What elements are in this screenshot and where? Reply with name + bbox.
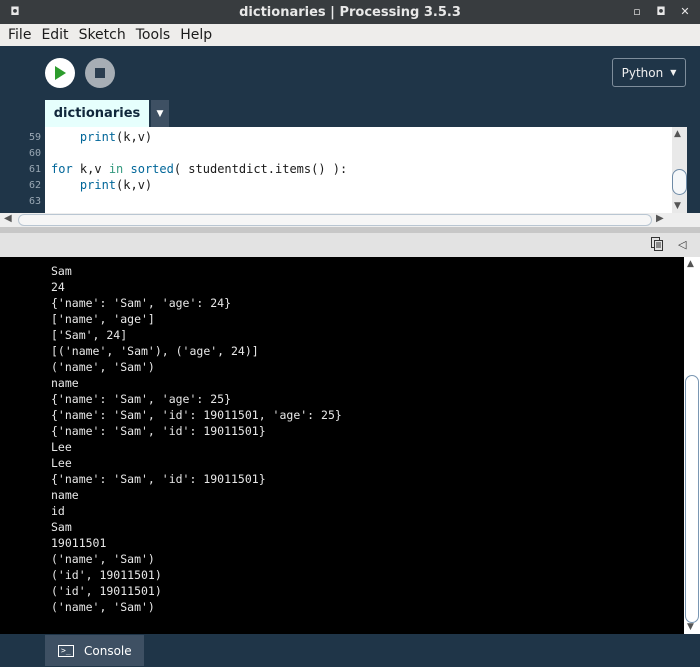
console-line: Lee: [51, 456, 72, 470]
line-number: 61: [28, 164, 41, 175]
code-keyword: print: [79, 130, 117, 144]
line-number: 62: [28, 180, 41, 191]
menu-file[interactable]: File: [6, 27, 33, 43]
line-number: 60: [28, 148, 41, 159]
code-text: (k,v): [116, 130, 153, 144]
console-line: ('name', 'Sam'): [51, 360, 155, 374]
console-line: Lee: [51, 440, 72, 454]
console-line: Sam: [51, 264, 72, 278]
code-text: ( studentdict.items() ):: [173, 162, 348, 176]
code-keyword: for: [51, 162, 73, 176]
console-tab-label: Console: [84, 643, 132, 658]
menu-sketch[interactable]: Sketch: [77, 27, 128, 43]
code-keyword: print: [79, 178, 117, 192]
menu-tools[interactable]: Tools: [134, 27, 173, 43]
window-title: dictionaries | Processing 3.5.3: [239, 4, 461, 20]
scroll-down-icon[interactable]: ▼: [674, 201, 681, 211]
terminal-icon: >_: [58, 644, 74, 657]
minimize-icon[interactable]: ▫: [630, 4, 644, 18]
run-button[interactable]: [45, 58, 75, 88]
chevron-down-icon: ▼: [156, 108, 164, 119]
stop-icon: [95, 68, 105, 78]
code-line: print(k,v): [51, 178, 152, 192]
console-line: {'name': 'Sam', 'id': 19011501}: [51, 424, 266, 438]
line-number: 63: [28, 196, 41, 207]
menu-edit[interactable]: Edit: [39, 27, 70, 43]
console-line: ('name', 'Sam'): [51, 600, 155, 614]
console-line: 24: [51, 280, 65, 294]
console-line: 19011501: [51, 536, 107, 550]
console-line: ('name', 'Sam'): [51, 552, 155, 566]
mode-label: Python: [621, 65, 664, 80]
editor-vertical-scrollbar[interactable]: ▲ ▼: [672, 127, 687, 213]
editor-right-margin: [687, 127, 700, 213]
line-number-gutter: 59 60 61 62 63: [0, 127, 45, 213]
console-header: ◁: [0, 233, 700, 257]
scroll-right-icon[interactable]: ▶: [656, 213, 664, 224]
console-vertical-scrollbar[interactable]: ▲ ▼: [684, 257, 700, 634]
tab-menu-button[interactable]: ▼: [151, 100, 169, 127]
console-line: ['name', 'age']: [51, 312, 155, 326]
tab-bar: dictionaries ▼: [0, 100, 700, 127]
editor-horizontal-scrollbar[interactable]: ◀ ▶: [0, 213, 672, 227]
code-editor[interactable]: print(k,v) for k,v in sorted( studentdic…: [45, 127, 672, 213]
console-line: {'name': 'Sam', 'id': 19011501}: [51, 472, 266, 486]
console-line: ('id', 19011501): [51, 584, 162, 598]
maximize-icon[interactable]: ◘: [654, 4, 668, 18]
code-line: print(k,v): [51, 130, 152, 144]
scroll-down-icon[interactable]: ▼: [687, 622, 694, 632]
console-line: ['Sam', 24]: [51, 328, 128, 342]
code-builtin: sorted: [130, 162, 174, 176]
menu-help[interactable]: Help: [178, 27, 214, 43]
console-line: {'name': 'Sam', 'id': 19011501, 'age': 2…: [51, 408, 342, 422]
scrollbar-thumb[interactable]: [18, 214, 652, 226]
scrollbar-thumb[interactable]: [672, 169, 687, 195]
console-line: ('id', 19011501): [51, 568, 162, 582]
copy-icon[interactable]: [651, 237, 663, 251]
console-line: {'name': 'Sam', 'age': 24}: [51, 296, 232, 310]
scroll-left-icon[interactable]: ◀: [4, 213, 12, 224]
scrollbar-thumb[interactable]: [685, 375, 699, 623]
console-line: name: [51, 488, 79, 502]
console-line: [('name', 'Sam'), ('age', 24)]: [51, 344, 259, 358]
stop-button[interactable]: [85, 58, 115, 88]
play-icon: [55, 66, 66, 80]
collapse-icon[interactable]: ◁: [678, 238, 686, 251]
chevron-down-icon: ▼: [670, 68, 677, 77]
scroll-up-icon[interactable]: ▲: [674, 129, 681, 139]
console-line: id: [51, 504, 65, 518]
line-number: 59: [28, 132, 41, 143]
scroll-up-icon[interactable]: ▲: [687, 259, 694, 269]
console-line: {'name': 'Sam', 'age': 25}: [51, 392, 232, 406]
code-text: k,v: [72, 162, 109, 176]
console-output[interactable]: Sam 24 {'name': 'Sam', 'age': 24} ['name…: [0, 257, 684, 634]
window-menu-icon[interactable]: ◘: [8, 4, 22, 18]
close-icon[interactable]: ✕: [678, 4, 692, 18]
console-tab[interactable]: >_ Console: [45, 635, 144, 666]
mode-selector[interactable]: Python ▼: [612, 58, 686, 87]
console-line: Sam: [51, 520, 72, 534]
code-text: (k,v): [116, 178, 153, 192]
toolbar: Python ▼: [0, 46, 700, 100]
menu-bar: File Edit Sketch Tools Help: [0, 24, 700, 46]
footer-bar: >_ Console: [0, 634, 700, 667]
scrollbar-corner: [672, 213, 700, 227]
window-titlebar: ◘ dictionaries | Processing 3.5.3 ▫ ◘ ✕: [0, 0, 700, 24]
tab-dictionaries[interactable]: dictionaries: [45, 100, 149, 127]
code-line: for k,v in sorted( studentdict.items() )…: [51, 162, 347, 176]
console-line: name: [51, 376, 79, 390]
code-keyword: in: [108, 162, 124, 176]
